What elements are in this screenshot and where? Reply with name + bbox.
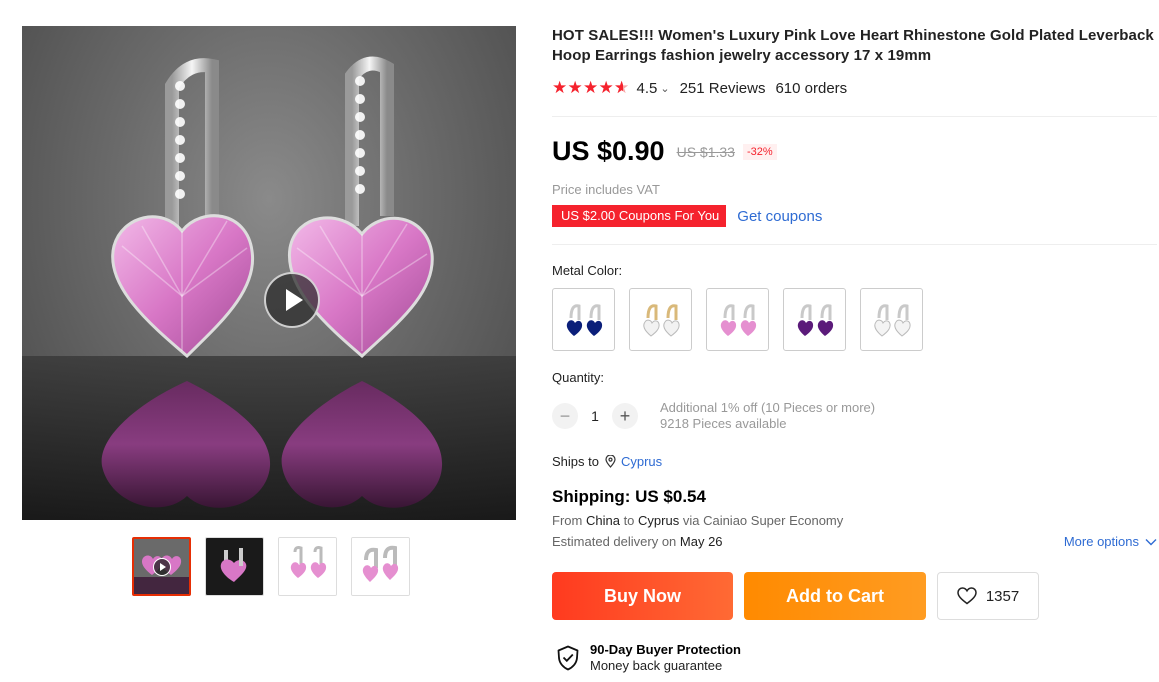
earring-swatch-icon: [797, 303, 833, 336]
quantity-label: Quantity:: [552, 370, 605, 385]
thumbnail-image: [352, 538, 409, 595]
star-icon: ★: [598, 78, 614, 97]
heart-icon: [957, 587, 977, 605]
price-row: US $0.90 US $1.33 -32%: [552, 136, 777, 167]
star-icon: ★: [583, 78, 599, 97]
color-option-blue[interactable]: [552, 288, 615, 351]
more-options-label: More options: [1063, 534, 1139, 549]
bulk-discount-note: Additional 1% off (10 Pieces or more): [660, 400, 876, 415]
from-prefix: From: [552, 513, 583, 528]
thumbnail-2[interactable]: [205, 537, 264, 596]
play-icon: [153, 558, 171, 576]
star-icon: ★: [567, 78, 583, 97]
ships-to-label: Ships to: [552, 454, 599, 469]
play-video-button[interactable]: [264, 272, 320, 328]
half-star-icon: ★: [614, 79, 630, 98]
rating-row: ★ ★ ★ ★ ★ 4.5 ⌄ 251 Reviews 610 orders: [552, 78, 848, 98]
thumbnail-strip: [132, 537, 410, 596]
metal-color-label: Metal Color:: [552, 263, 623, 278]
reviews-link[interactable]: 251 Reviews: [680, 80, 766, 97]
earring-swatch-icon: [566, 303, 602, 336]
shield-check-icon: [557, 645, 579, 671]
shipping-cost: Shipping: US $0.54: [552, 487, 706, 506]
ship-country-selector[interactable]: Cyprus: [621, 454, 662, 469]
buy-now-button[interactable]: Buy Now: [552, 572, 733, 620]
color-options: [552, 288, 923, 351]
chevron-down-icon[interactable]: ⌄: [660, 82, 669, 95]
divider: [552, 244, 1157, 245]
current-price: US $0.90: [552, 136, 665, 166]
get-coupons-link[interactable]: Get coupons: [737, 208, 822, 225]
to-prefix: to: [623, 513, 635, 528]
rating-value[interactable]: 4.5: [637, 80, 658, 97]
quantity-input[interactable]: 1: [578, 408, 612, 424]
rating-stars[interactable]: ★ ★ ★ ★ ★: [552, 78, 630, 98]
color-option-white-gold[interactable]: [629, 288, 692, 351]
delivery-date: May 26: [679, 534, 723, 549]
chevron-down-icon: [1145, 538, 1157, 545]
orders-count: 610 orders: [775, 79, 848, 97]
color-option-white[interactable]: [860, 288, 923, 351]
earrings-photo: [22, 56, 516, 520]
to-country: Cyprus: [638, 513, 680, 528]
discount-badge: -32%: [742, 143, 777, 160]
buyer-protection: 90-Day Buyer Protection Money back guara…: [556, 642, 741, 674]
quantity-stepper: − 1 + Additional 1% off (10 Pieces or mo…: [552, 400, 875, 432]
protection-subtitle: Money back guarantee: [590, 658, 723, 673]
thumbnail-video[interactable]: [132, 537, 191, 596]
more-shipping-options-link[interactable]: More options: [1064, 534, 1157, 549]
star-icon: ★: [552, 78, 568, 97]
wishlist-count: 1357: [985, 587, 1020, 605]
color-option-pink[interactable]: [706, 288, 769, 351]
thumbnail-3[interactable]: [278, 537, 337, 596]
shipping-method: via Cainiao Super Economy: [682, 513, 844, 528]
thumbnail-image: [206, 538, 263, 595]
protection-title: 90-Day Buyer Protection: [590, 642, 741, 657]
add-to-cart-button[interactable]: Add to Cart: [744, 572, 926, 620]
from-country: China: [585, 513, 620, 528]
quantity-decrease-button[interactable]: −: [552, 403, 578, 429]
product-title: HOT SALES!!! Women's Luxury Pink Love He…: [552, 27, 1154, 64]
main-product-image[interactable]: [22, 26, 516, 520]
color-option-purple[interactable]: [783, 288, 846, 351]
quantity-info: Additional 1% off (10 Pieces or more) 92…: [660, 400, 875, 432]
protection-text: 90-Day Buyer Protection Money back guara…: [590, 642, 741, 674]
coupon-badge[interactable]: US $2.00 Coupons For You: [549, 205, 729, 227]
shipping-route: From China to Cyprus via Cainiao Super E…: [552, 513, 843, 528]
thumbnail-4[interactable]: [351, 537, 410, 596]
earring-swatch-icon: [873, 303, 911, 337]
wishlist-button[interactable]: 1357: [937, 572, 1039, 620]
earring-swatch-icon: [642, 303, 680, 337]
vat-note: Price includes VAT: [552, 182, 660, 197]
thumbnail-image: [279, 538, 336, 595]
divider: [552, 116, 1157, 117]
delivery-prefix: Estimated delivery on: [552, 534, 677, 549]
quantity-increase-button[interactable]: +: [612, 403, 638, 429]
location-pin-icon: [605, 455, 616, 468]
coupon-row: US $2.00 Coupons For You Get coupons: [549, 205, 822, 227]
earring-swatch-icon: [720, 303, 756, 336]
estimated-delivery: Estimated delivery on May 26: [552, 534, 723, 549]
ships-to-row: Ships to Cyprus: [552, 454, 662, 469]
stock-available: 9218 Pieces available: [660, 416, 787, 431]
original-price: US $1.33: [676, 143, 735, 160]
